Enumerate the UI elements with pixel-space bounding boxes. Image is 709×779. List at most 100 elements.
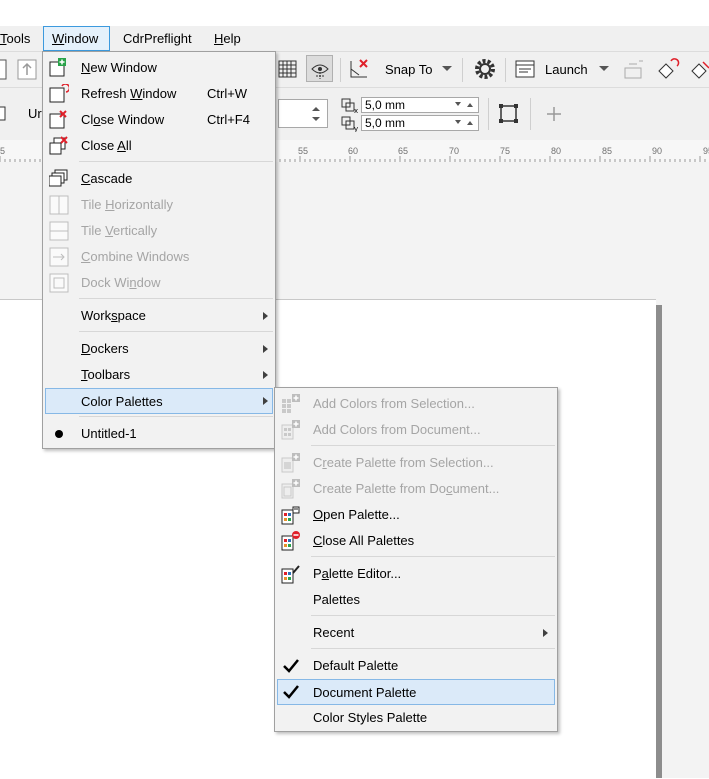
menu-item-color-palettes[interactable]: Color Palettes (45, 388, 273, 414)
new-window-icon (49, 58, 66, 77)
menu-item-close-window[interactable]: Close Window Ctrl+F4 (45, 107, 273, 133)
ruler-label: 60 (348, 146, 359, 157)
menu-separator (79, 331, 273, 332)
menu-item-dock-window[interactable]: Dock Window (45, 270, 273, 296)
menu-item-label: Add Colors from Selection... (313, 396, 475, 411)
toolbar-separator (462, 58, 463, 82)
disconnect-icon[interactable] (688, 57, 709, 81)
snap-to-icon[interactable] (347, 57, 373, 81)
stack-icon[interactable] (622, 58, 646, 82)
menu-item-label: Default Palette (313, 658, 399, 673)
create-palette-selection-icon (281, 453, 300, 473)
close-all-icon (49, 136, 68, 155)
menu-item-palettes[interactable]: Palettes (277, 587, 555, 613)
duplicate-y-value: 5,0 mm (365, 116, 406, 130)
document-icon[interactable] (0, 58, 8, 82)
menu-item-label: Recent (313, 625, 355, 640)
menu-item-cascade[interactable]: Cascade (45, 166, 273, 192)
menu-item-label: Close All Palettes (313, 533, 415, 548)
menu-item-combine-windows[interactable]: Combine Windows (45, 244, 273, 270)
menu-item-label: Toolbars (81, 367, 131, 382)
menu-window[interactable]: Window (43, 26, 110, 51)
menu-item-default-palette[interactable]: Default Palette (277, 653, 555, 679)
menu-item-add-colors-from-selection[interactable]: Add Colors from Selection... (277, 391, 555, 417)
menu-item-label: Add Colors from Document... (313, 422, 481, 437)
submenu-arrow-icon (263, 345, 268, 353)
export-icon[interactable] (16, 58, 38, 82)
bullet-icon (55, 430, 63, 438)
menu-bar: Tools Window CdrPreflight Help (0, 26, 709, 51)
menu-item-untitled-1[interactable]: Untitled-1 (45, 421, 273, 447)
menu-cdrpreflight[interactable]: CdrPreflight (115, 26, 200, 51)
menu-help[interactable]: Help (206, 26, 249, 51)
menu-item-close-all-palettes[interactable]: Close All Palettes (277, 528, 555, 554)
launch-label: Launch (545, 62, 588, 77)
chevron-down-icon[interactable] (442, 65, 452, 73)
menu-cdrpreflight-label: CdrPreflight (123, 31, 192, 46)
menu-tools-label: Tools (0, 31, 31, 46)
menu-item-dockers[interactable]: Dockers (45, 336, 273, 362)
cascade-icon (49, 169, 68, 187)
tile-vertically-icon (49, 221, 69, 241)
launch-icon[interactable] (514, 58, 536, 80)
menu-item-create-palette-from-document[interactable]: Create Palette from Document... (277, 476, 555, 502)
menu-item-label: Close Window (81, 112, 165, 127)
ruler-label: 90 (652, 146, 663, 157)
nudge-distance-spinner[interactable] (278, 99, 328, 128)
menu-item-new-window[interactable]: New Window (45, 55, 273, 81)
ruler-label: 80 (551, 146, 562, 157)
spinner-arrows-icon[interactable] (453, 100, 473, 110)
gear-icon[interactable] (473, 57, 497, 81)
menu-item-label: Document Palette (313, 685, 417, 700)
units-label[interactable]: Ur (28, 106, 42, 121)
menu-item-close-all[interactable]: Close All (45, 133, 273, 159)
submenu-arrow-icon (263, 312, 268, 320)
create-palette-document-icon (281, 479, 300, 499)
menu-item-label: Create Palette from Selection... (313, 455, 494, 470)
close-window-icon (49, 110, 67, 129)
menu-item-workspace[interactable]: Workspace (45, 303, 273, 329)
guidelines-icon (311, 64, 329, 79)
color-palettes-submenu: Add Colors from Selection... Add Colors … (274, 387, 558, 732)
menu-item-document-palette[interactable]: Document Palette (277, 679, 555, 705)
menu-separator (311, 556, 555, 557)
menu-item-create-palette-from-selection[interactable]: Create Palette from Selection... (277, 450, 555, 476)
menu-item-tile-vertically[interactable]: Tile Vertically (45, 218, 273, 244)
duplicate-y-icon: y (341, 116, 358, 132)
guidelines-button[interactable] (306, 55, 333, 82)
chevron-down-icon[interactable] (599, 65, 609, 73)
snap-to-button[interactable]: Snap To (385, 62, 432, 77)
menu-item-label: Untitled-1 (81, 426, 137, 441)
menu-separator (79, 161, 273, 162)
grid-icon[interactable] (277, 58, 299, 80)
duplicate-x-icon: x (341, 98, 358, 114)
toolbar-separator (505, 58, 506, 82)
ruler-label: 75 (500, 146, 511, 157)
menu-item-label: Tile Vertically (81, 223, 158, 238)
menu-item-label: Cascade (81, 171, 133, 186)
menu-item-recent[interactable]: Recent (277, 620, 555, 646)
page-size-icon[interactable] (0, 106, 8, 122)
menu-item-add-colors-from-document[interactable]: Add Colors from Document... (277, 417, 555, 443)
submenu-arrow-icon (543, 629, 548, 637)
menu-item-toolbars[interactable]: Toolbars (45, 362, 273, 388)
menu-item-label: Color Palettes (81, 394, 163, 409)
dock-window-icon (49, 273, 69, 293)
close-all-palettes-icon (281, 531, 300, 551)
spinner-arrows-icon[interactable] (453, 118, 473, 128)
launch-button[interactable]: Launch (545, 62, 588, 77)
plus-icon[interactable] (545, 105, 563, 123)
units-text: Ur (28, 106, 42, 121)
connect-icon[interactable] (655, 57, 681, 81)
menu-item-color-styles-palette[interactable]: Color Styles Palette (277, 705, 555, 731)
menu-item-label: Workspace (81, 308, 146, 323)
ruler-label: 70 (449, 146, 460, 157)
menu-tools[interactable]: Tools (0, 26, 38, 51)
spinner-arrows-icon[interactable] (312, 106, 320, 122)
menu-item-refresh-window[interactable]: Refresh Window Ctrl+W (45, 81, 273, 107)
menu-item-palette-editor[interactable]: Palette Editor... (277, 561, 555, 587)
menu-item-tile-horizontally[interactable]: Tile Horizontally (45, 192, 273, 218)
menu-item-open-palette[interactable]: Open Palette... (277, 502, 555, 528)
bounding-box-icon[interactable] (497, 102, 521, 126)
menu-item-shortcut: Ctrl+W (207, 86, 248, 101)
